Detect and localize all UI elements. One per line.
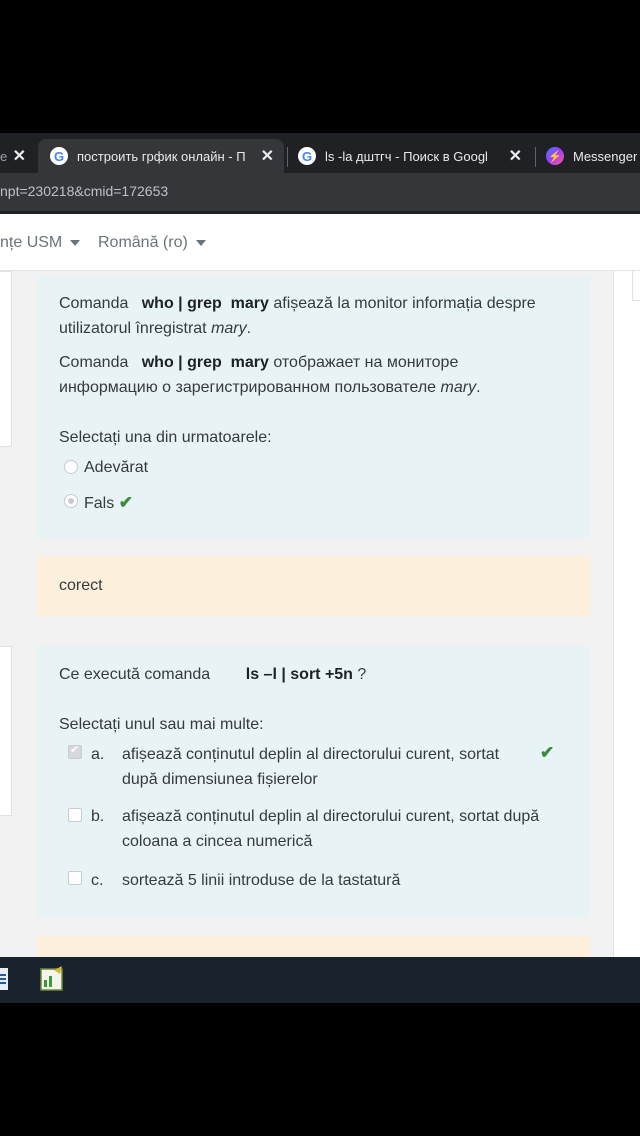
q1-line3-post: отображает на мониторе (273, 354, 459, 371)
usm-menu-label: nțe USM (0, 234, 63, 251)
tab-close-icon[interactable]: ✕ (13, 146, 26, 166)
site-header: nțe USM Română (ro) (0, 214, 640, 271)
notepad-chart-icon[interactable] (40, 966, 64, 992)
question2-feedback (37, 936, 590, 957)
feedback-text: corect (59, 577, 103, 594)
url-text[interactable]: npt=230218&cmid=172653 (0, 183, 168, 199)
browser-tab[interactable]: e ✕ (0, 139, 32, 173)
q1-command: who | grep mary (141, 295, 269, 312)
question1-line3: Comanda who | grep mary отображает на мо… (59, 350, 458, 375)
caret-down-icon (70, 239, 81, 246)
question2-formulation: Ce execută comanda ls –l | sort +5n ? Se… (37, 646, 590, 918)
tab-close-icon[interactable]: ✕ (509, 146, 522, 166)
tab-title: Messenger (573, 148, 638, 164)
option-true-radio[interactable] (64, 460, 78, 474)
q2-text-post: ? (357, 666, 367, 683)
question1-feedback: corect (37, 556, 590, 616)
right-block (632, 271, 640, 301)
language-menu[interactable]: Română (ro) (98, 234, 206, 252)
word-document-icon[interactable] (0, 966, 10, 992)
tab-title: ls -la дштгч - Поиск в Googl (325, 148, 488, 164)
page-content: Comanda who | grep mary afișează la moni… (0, 271, 640, 957)
q1-user: mary (211, 320, 247, 337)
option-c-checkbox[interactable] (68, 871, 82, 885)
option-a-checkbox[interactable] (68, 743, 82, 759)
question2-text: Ce execută comanda ls –l | sort +5n ? (59, 662, 366, 687)
caret-down-icon (195, 239, 206, 246)
correct-check-icon: ✔ (540, 743, 555, 762)
question1-line2: utilizatorul înregistrat mary. (59, 316, 251, 341)
usm-menu-link[interactable]: nțe USM (0, 234, 81, 252)
tab-title: e (0, 148, 8, 164)
option-true-label[interactable]: Adevărat (84, 455, 148, 480)
q2-command: ls –l | sort +5n (245, 666, 353, 683)
messenger-icon: ⚡ (546, 147, 564, 165)
q1-line2-end: . (246, 320, 252, 337)
browser-tab-bar: e ✕ G построить грфик онлайн - П ✕ G ls … (0, 133, 640, 173)
google-icon: G (298, 147, 316, 165)
tab-title: построить грфик онлайн - П (77, 148, 246, 164)
address-bar[interactable]: npt=230218&cmid=172653 (0, 173, 640, 211)
option-c-line1[interactable]: sortează 5 linii introduse de la tastatu… (122, 868, 400, 893)
q1-line1-pre: Comanda (59, 295, 129, 312)
option-a-line1[interactable]: afișează conținutul deplin al directorul… (122, 742, 499, 767)
option-false-label[interactable]: Fals (84, 495, 114, 512)
tab-close-icon[interactable]: ✕ (261, 146, 274, 166)
language-label: Română (ro) (98, 234, 188, 251)
question1-line4: информацию о зарегистрированном пользова… (59, 375, 481, 400)
question1-info-box (0, 271, 12, 447)
q2-text-pre: Ce execută comanda (59, 666, 211, 683)
q1-line1-post: afișează la monitor informația despre (273, 295, 536, 312)
browser-tab-active[interactable]: G построить грфик онлайн - П ✕ (38, 139, 284, 173)
option-false-row: Fals ✔ (84, 490, 133, 516)
question1-line1: Comanda who | grep mary afișează la moni… (59, 291, 536, 316)
option-a-line2[interactable]: după dimensiunea fișierelor (122, 767, 318, 792)
option-c-letter: c. (91, 872, 104, 889)
option-b-line1[interactable]: afișează conținutul deplin al directorul… (122, 804, 539, 829)
question1-formulation: Comanda who | grep mary afișează la moni… (37, 276, 590, 538)
q1-line3-pre: Comanda (59, 354, 129, 371)
question1-prompt: Selectați una din urmatoarele: (59, 429, 272, 446)
q1-line2-pre: utilizatorul înregistrat (59, 320, 207, 337)
browser-tab[interactable]: ⚡ Messenger (536, 139, 640, 173)
q1-line4-pre: информацию о зарегистрированном пользова… (59, 379, 437, 396)
option-b-line2[interactable]: coloana a cincea numerică (122, 829, 312, 854)
option-a-letter: a. (91, 746, 105, 763)
q1-user-ru: mary (440, 379, 477, 396)
option-b-checkbox[interactable] (68, 808, 82, 822)
browser-tab[interactable]: G ls -la дштгч - Поиск в Googl ✕ (288, 139, 534, 173)
q1-line4-end: . (476, 379, 481, 396)
option-false-radio[interactable] (64, 494, 78, 508)
q1-command-ru: who | grep mary (141, 354, 269, 371)
question2-prompt: Selectați unul sau mai multe: (59, 716, 264, 733)
question2-info-box (0, 646, 12, 816)
taskbar (0, 957, 640, 1003)
option-b-letter: b. (91, 808, 105, 825)
google-icon: G (50, 147, 68, 165)
right-column (613, 271, 640, 957)
correct-check-icon: ✔ (118, 493, 133, 512)
